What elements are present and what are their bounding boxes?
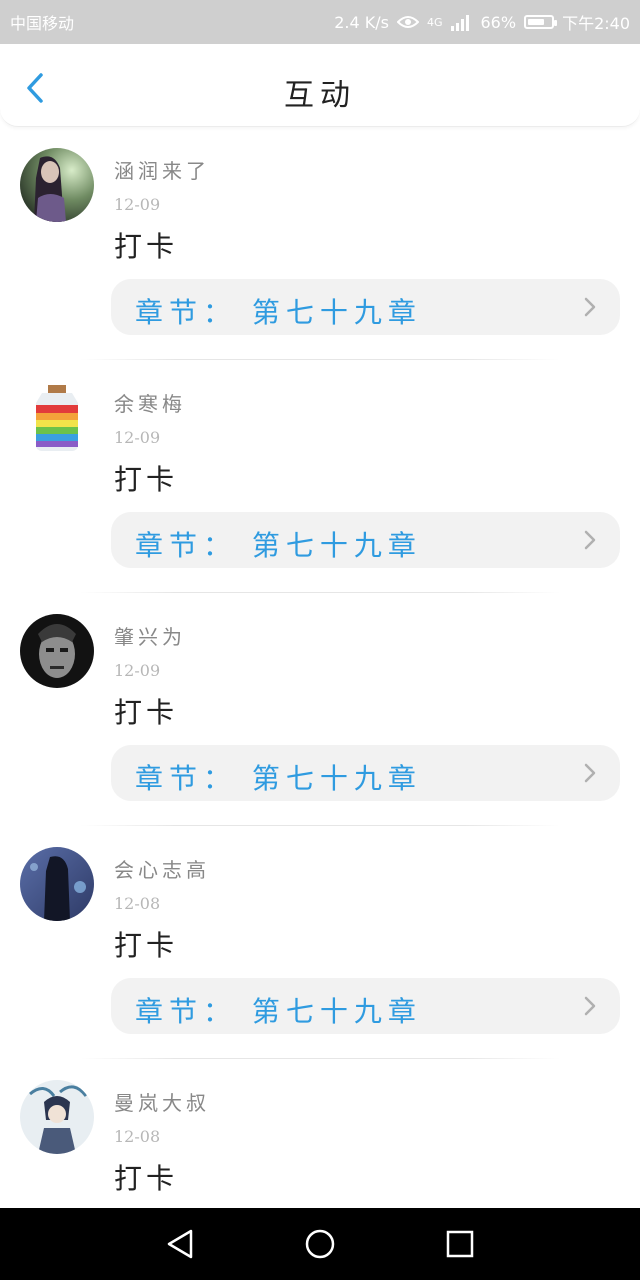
user-name: 曼岚大叔	[114, 1091, 210, 1115]
header: 互动	[0, 44, 640, 127]
post-date: 12-09	[114, 195, 161, 214]
post-date: 12-08	[114, 894, 161, 913]
chapter-label: 章节： 第七十九章	[135, 762, 422, 795]
post-content: 打卡	[114, 230, 179, 263]
avatar[interactable]	[20, 614, 94, 688]
post-content: 打卡	[114, 1162, 179, 1195]
user-name: 肇兴为	[114, 625, 186, 649]
clock: 下午2:40	[562, 14, 630, 33]
chapter-link[interactable]: 章节： 第七十九章	[111, 512, 620, 568]
chapter-label: 章节： 第七十九章	[135, 296, 422, 329]
chapter-link[interactable]: 章节： 第七十九章	[111, 978, 620, 1034]
chapter-label: 章节： 第七十九章	[135, 995, 422, 1028]
list-item: 涵润来了 12-09 打卡 章节： 第七十九章	[0, 127, 640, 360]
signal-icon	[450, 13, 473, 31]
chapter-link[interactable]: 章节： 第七十九章	[111, 279, 620, 335]
nav-recents-icon	[446, 1230, 474, 1258]
carrier-label: 中国移动	[10, 14, 75, 33]
nav-recents-button[interactable]	[438, 1222, 482, 1266]
system-navigation-bar	[0, 1208, 640, 1280]
interaction-list: 涵润来了 12-09 打卡 章节： 第七十九章 余寒梅 12-09 打卡 章节：…	[0, 127, 640, 1209]
nav-home-button[interactable]	[298, 1222, 342, 1266]
list-item: 会心志高 12-08 打卡 章节： 第七十九章	[0, 826, 640, 1059]
avatar[interactable]	[20, 847, 94, 921]
page-title: 互动	[284, 78, 356, 113]
avatar[interactable]	[20, 148, 94, 222]
nav-home-icon	[305, 1229, 335, 1259]
status-bar: 中国移动 2.4 K/s 4G 66% 下午2:40	[0, 0, 640, 44]
chevron-right-icon	[584, 297, 596, 317]
nav-back-icon	[167, 1229, 193, 1259]
post-content: 打卡	[114, 696, 179, 729]
nav-back-button[interactable]	[158, 1222, 202, 1266]
chevron-right-icon	[584, 530, 596, 550]
user-name: 会心志高	[114, 858, 210, 882]
post-content: 打卡	[114, 929, 179, 962]
post-date: 12-09	[114, 661, 161, 680]
status-indicators: 2.4 K/s 4G 66% 下午2:40	[334, 10, 630, 34]
list-item: 肇兴为 12-09 打卡 章节： 第七十九章	[0, 593, 640, 826]
network-speed: 2.4 K/s	[334, 12, 389, 32]
post-date: 12-08	[114, 1127, 161, 1146]
avatar[interactable]	[20, 1080, 94, 1154]
chapter-label: 章节： 第七十九章	[135, 529, 422, 562]
chevron-right-icon	[584, 763, 596, 783]
network-type: 4G	[426, 15, 443, 29]
post-date: 12-09	[114, 428, 161, 447]
battery-icon	[524, 15, 558, 29]
chapter-link[interactable]: 章节： 第七十九章	[111, 745, 620, 801]
avatar[interactable]	[20, 381, 94, 455]
user-name: 涵润来了	[114, 159, 210, 183]
user-name: 余寒梅	[114, 392, 186, 416]
list-item: 曼岚大叔 12-08 打卡	[0, 1059, 640, 1209]
chevron-right-icon	[584, 996, 596, 1016]
battery-percent: 66%	[480, 12, 517, 32]
eye-icon	[396, 15, 419, 29]
list-item: 余寒梅 12-09 打卡 章节： 第七十九章	[0, 360, 640, 593]
post-content: 打卡	[114, 463, 179, 496]
